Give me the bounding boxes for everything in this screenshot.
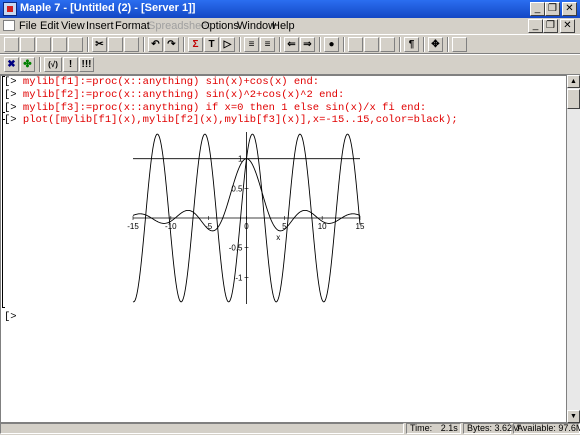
status-bytes: Bytes: 3.62M [463,423,520,434]
command-text[interactable]: mylib[f2]:=proc(x::anything) sin(x)^2+co… [23,89,344,101]
input-line-3[interactable]: [> mylib[f3]:=proc(x::anything) if x=0 t… [4,102,426,114]
time-label: Time: [410,423,433,433]
plot-group-bracket[interactable] [2,112,5,308]
empty-input-line[interactable]: [> [4,311,17,323]
document-icon[interactable] [3,20,15,31]
copy-icon[interactable] [108,37,123,52]
window-title: Maple 7 - [Untitled (2) - [Server 1]] [20,2,196,14]
menu-file[interactable]: File [19,20,37,32]
stop-icon[interactable]: ● [324,37,339,52]
toolbar-separator [87,37,89,52]
bytes-label: Bytes: [467,423,493,433]
menu-window[interactable]: Window [237,20,276,32]
sqrt-icon[interactable]: (√) [44,57,62,72]
x-axis-label: x [276,233,280,242]
cut-icon[interactable]: ✂ [92,37,107,52]
input-line-1[interactable]: [> mylib[f1]:=proc(x::anything) sin(x)+c… [4,76,319,88]
toolbar-separator [399,37,401,52]
input-line-4[interactable]: [> plot([mylib[f1](x),mylib[f2](x),mylib… [4,114,458,126]
execute-icon[interactable]: ✤ [20,57,35,72]
toolbar-separator [423,37,425,52]
execute-selection-icon[interactable]: ! [63,57,78,72]
text-icon[interactable]: T [204,37,219,52]
context-toolbar: ✖ ✤ (√) ! !!! [0,54,580,75]
prompt: [> [4,102,17,114]
main-toolbar: ✂ ↶ ↷ Σ T ▷ ≡ ≡ ⇐ ⇒ ● ¶ ✥ [0,34,580,54]
menu-edit[interactable]: Edit [40,20,59,32]
open-url-icon[interactable] [36,37,51,52]
back-icon[interactable]: ⇐ [284,37,299,52]
x-tick-label-0: -15 [127,222,139,231]
expand-icon[interactable]: ✥ [428,37,443,52]
y-tick-label-2: -0.5 [229,244,243,253]
cancel-icon[interactable]: ✖ [4,57,19,72]
menu-insert[interactable]: Insert [86,20,114,32]
maple-app-icon[interactable] [3,2,17,16]
toolbar-separator [39,57,41,72]
mdi-restore-button[interactable]: ❐ [543,19,558,33]
status-message [0,423,404,434]
menu-view[interactable]: View [61,20,85,32]
available-label: Available: [517,423,556,433]
toolbar-separator [183,37,185,52]
pilcrow-icon[interactable]: ¶ [404,37,419,52]
prompt: [> [4,311,17,323]
toolbar-separator [343,37,345,52]
y-tick-label-3: -1 [235,273,243,282]
prompt-icon[interactable]: ▷ [220,37,235,52]
input-line-2[interactable]: [> mylib[f2]:=proc(x::anything) sin(x)^2… [4,89,344,101]
prompt: [> [4,76,17,88]
indent-icon[interactable]: ≡ [244,37,259,52]
menu-help[interactable]: Help [272,20,295,32]
forward-icon[interactable]: ⇒ [300,37,315,52]
open-icon[interactable] [20,37,35,52]
menu-format[interactable]: Format [115,20,150,32]
execute-all-icon[interactable]: !!! [79,57,94,72]
paste-icon[interactable] [124,37,139,52]
toolbar-separator [239,37,241,52]
toolbar-separator [143,37,145,52]
restart-icon[interactable] [452,37,467,52]
close-button[interactable]: ✕ [562,2,577,16]
command-text[interactable]: plot([mylib[f1](x),mylib[f2](x),mylib[f3… [23,114,458,126]
toolbar-separator [447,37,449,52]
status-time: Time: 2.1s [406,423,461,434]
menu-bar: File Edit View Insert Format Spreadsheet… [0,18,580,34]
scroll-up-icon[interactable]: ▲ [567,75,580,88]
minimize-button[interactable]: _ [530,2,545,16]
menu-options[interactable]: Options [201,20,239,32]
scroll-thumb[interactable] [567,89,580,109]
command-text[interactable]: mylib[f3]:=proc(x::anything) if x=0 then… [23,102,426,114]
x-tick-label-3: 0 [244,222,249,231]
vertical-scrollbar[interactable]: ▲ ▼ [567,75,580,423]
redo-icon[interactable]: ↷ [164,37,179,52]
outdent-icon[interactable]: ≡ [260,37,275,52]
zoom-100-icon[interactable] [348,37,363,52]
toolbar-separator [319,37,321,52]
toolbar-separator [279,37,281,52]
undo-icon[interactable]: ↶ [148,37,163,52]
status-available: Available: 97.6M [513,423,580,434]
prompt: [> [4,89,17,101]
print-icon[interactable] [68,37,83,52]
zoom-150-icon[interactable] [364,37,379,52]
status-bar: Time: 2.1s Bytes: 3.62M Available: 97.6M [0,423,580,435]
maximize-button[interactable]: ❐ [545,2,560,16]
available-value: 97.6M [558,423,580,433]
mdi-close-button[interactable]: ✕ [560,19,575,33]
time-value: 2.1s [440,423,458,433]
mdi-minimize-button[interactable]: _ [528,19,543,33]
scroll-down-icon[interactable]: ▼ [567,410,580,423]
plot-output[interactable]: -15 -10 -5 0 5 10 1510.5-0.5-1x [120,128,380,308]
new-icon[interactable] [4,37,19,52]
zoom-200-icon[interactable] [380,37,395,52]
command-text[interactable]: mylib[f1]:=proc(x::anything) sin(x)+cos(… [23,76,319,88]
save-icon[interactable] [52,37,67,52]
title-bar: Maple 7 - [Untitled (2) - [Server 1]] _ … [0,0,580,18]
prompt: [> [4,114,17,126]
sigma-icon[interactable]: Σ [188,37,203,52]
